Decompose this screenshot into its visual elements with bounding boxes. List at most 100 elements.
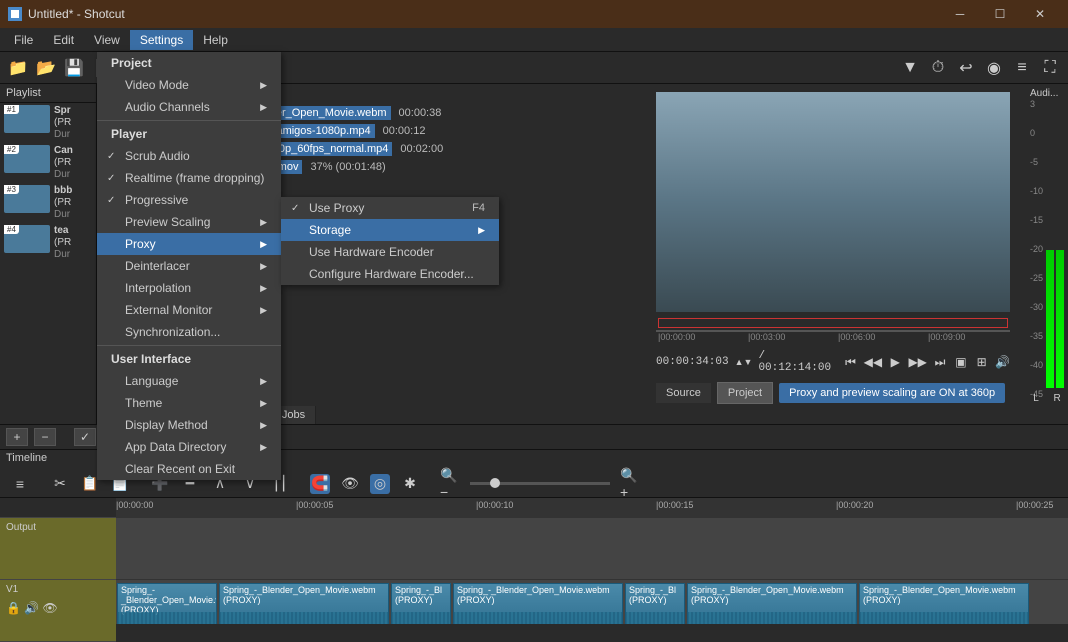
check-icon: ✓ [107,151,115,162]
check-icon: ✓ [107,195,115,206]
menu-file[interactable]: File [4,30,43,50]
track-header-output[interactable]: Output [0,518,116,580]
zoom-out-icon[interactable]: 🔍− [440,474,460,494]
submenu-item-configure-hardware-encoder-[interactable]: Configure Hardware Encoder... [281,263,499,285]
menu-item-theme[interactable]: Theme▶ [97,392,281,414]
timeline-clip[interactable]: Spring_-_Blender_Open_Movie.webm(PROXY) [219,583,389,624]
player-ruler[interactable]: |00:00:00 |00:03:00 |00:06:00 |00:09:00 [656,316,1010,346]
timeline-clip[interactable]: Spring_-_Blender_Open_Movie.webm(PROXY) [859,583,1029,624]
submenu-item-use-hardware-encoder[interactable]: Use Hardware Encoder [281,241,499,263]
add-button[interactable]: + [6,428,28,446]
check-icon: ✓ [107,173,115,184]
track-header-blank [0,498,116,518]
preview-frame[interactable] [656,92,1010,312]
menu-item-display-method[interactable]: Display Method▶ [97,414,281,436]
scrub-icon[interactable]: 👁 [340,474,360,494]
job-time: 00:00:12 [383,125,426,137]
v1-lane[interactable]: Spring_-_Blender_Open_Movie.webm(PROXY)S… [116,580,1068,624]
playlist-item[interactable]: #2 Can(PRDur [0,143,96,183]
output-lane[interactable] [116,518,1068,580]
check-button[interactable]: ✓ [74,428,96,446]
playlist-thumb: #1 [4,105,50,133]
project-tab[interactable]: Project [717,382,773,404]
menu-view[interactable]: View [84,30,130,50]
submenu-item-use-proxy[interactable]: ✓Use ProxyF4 [281,197,499,219]
loop-icon[interactable]: ▣ [953,353,968,371]
rewind-icon[interactable]: ◀◀ [864,353,882,371]
timeline-clip[interactable]: Spring_-_Bl(PROXY) [391,583,451,624]
ripple-all-icon[interactable]: ✱ [400,474,420,494]
disc-icon[interactable]: ◉ [984,58,1004,78]
chevron-right-icon: ▶ [260,261,267,272]
volume-icon[interactable]: 🔊 [995,353,1010,371]
menu-item-video-mode[interactable]: Video Mode▶ [97,74,281,96]
fullscreen-icon[interactable]: ⛶ [1040,58,1060,78]
menu-settings[interactable]: Settings [130,30,193,50]
tl-menu-icon[interactable]: ≡ [10,474,30,494]
menu-item-clear-recent-on-exit[interactable]: Clear Recent on Exit [97,458,281,480]
track-header-v1[interactable]: V1 🔒 🔊 👁 [0,580,116,642]
minimize-button[interactable]: ─ [940,0,980,28]
maximize-button[interactable]: ☐ [980,0,1020,28]
menu-section-title: Player [97,123,281,145]
zoom-in-icon[interactable]: 🔍+ [620,474,640,494]
menu-help[interactable]: Help [193,30,238,50]
playlist-item[interactable]: #1 Spr(PRDur [0,103,96,143]
remove-button[interactable]: − [34,428,56,446]
submenu-item-storage[interactable]: Storage▶ [281,219,499,241]
menu-item-scrub-audio[interactable]: ✓Scrub Audio [97,145,281,167]
position-display[interactable]: 00:00:34:03 [656,356,729,368]
skip-back-icon[interactable]: ⏮ [843,353,858,371]
ffwd-icon[interactable]: ▶▶ [909,353,927,371]
menu-item-preview-scaling[interactable]: Preview Scaling▶ [97,211,281,233]
timeline-clip[interactable]: Spring_-_Bl(PROXY) [625,583,685,624]
player-panel: |00:00:00 |00:03:00 |00:06:00 |00:09:00 … [640,84,1026,424]
timeline-clip[interactable]: Spring_-_Blender_Open_Movie.webm(PROXY) [117,583,217,624]
chevron-right-icon: ▶ [260,217,267,228]
timeline-clip[interactable]: Spring_-_Blender_Open_Movie.webm(PROXY) [687,583,857,624]
timeline-ruler[interactable]: |00:00:00 |00:00:05 |00:00:10 |00:00:15 … [116,498,1068,518]
meter-l [1046,250,1054,388]
transport-controls: 00:00:34:03 ▲▼ / 00:12:14:00 ⏮ ◀◀ ▶ ▶▶ ⏭… [656,346,1010,378]
menu-edit[interactable]: Edit [43,30,84,50]
app-icon [8,7,22,21]
zoom-slider[interactable] [470,482,610,485]
menu-item-synchronization-[interactable]: Synchronization... [97,321,281,343]
stack-icon[interactable]: ≡ [1012,58,1032,78]
skip-fwd-icon[interactable]: ⏭ [933,353,948,371]
job-time: 00:00:38 [399,107,442,119]
save-icon[interactable]: 💾 [64,58,84,78]
chevron-right-icon: ▶ [260,420,267,431]
cut-icon[interactable]: ✂ [50,474,70,494]
menu-item-language[interactable]: Language▶ [97,370,281,392]
open-file-icon[interactable]: 📁 [8,58,28,78]
close-button[interactable]: ✕ [1020,0,1060,28]
menu-item-deinterlacer[interactable]: Deinterlacer▶ [97,255,281,277]
menu-item-progressive[interactable]: ✓Progressive [97,189,281,211]
meter-r [1056,250,1064,388]
ripple-icon[interactable]: ◎ [370,474,390,494]
titlebar: Untitled* - Shotcut ─ ☐ ✕ [0,0,1068,28]
menu-item-audio-channels[interactable]: Audio Channels▶ [97,96,281,118]
play-icon[interactable]: ▶ [888,353,903,371]
funnel-icon[interactable]: ▼ [900,58,920,78]
menu-item-interpolation[interactable]: Interpolation▶ [97,277,281,299]
duration-display: / 00:12:14:00 [758,350,831,374]
menu-item-realtime-frame-dropping-[interactable]: ✓Realtime (frame dropping) [97,167,281,189]
playlist-thumb: #3 [4,185,50,213]
timer-icon[interactable]: ⏱ [928,58,948,78]
timeline-clip[interactable]: Spring_-_Blender_Open_Movie.webm(PROXY) [453,583,623,624]
settings-dropdown: ProjectVideo Mode▶Audio Channels▶Player✓… [97,52,281,480]
menu-item-proxy[interactable]: Proxy▶ [97,233,281,255]
playlist-item[interactable]: #3 bbb(PRDur [0,183,96,223]
link-icon[interactable]: ↩ [956,58,976,78]
open-other-icon[interactable]: 📂 [36,58,56,78]
playlist-item[interactable]: #4 tea(PRDur [0,223,96,263]
chevron-right-icon: ▶ [260,102,267,113]
grid-icon[interactable]: ⊞ [974,353,989,371]
source-tab[interactable]: Source [656,383,711,403]
menu-section-title: Project [97,52,281,74]
snap-icon[interactable]: 🧲 [310,474,330,494]
menu-item-app-data-directory[interactable]: App Data Directory▶ [97,436,281,458]
menu-item-external-monitor[interactable]: External Monitor▶ [97,299,281,321]
